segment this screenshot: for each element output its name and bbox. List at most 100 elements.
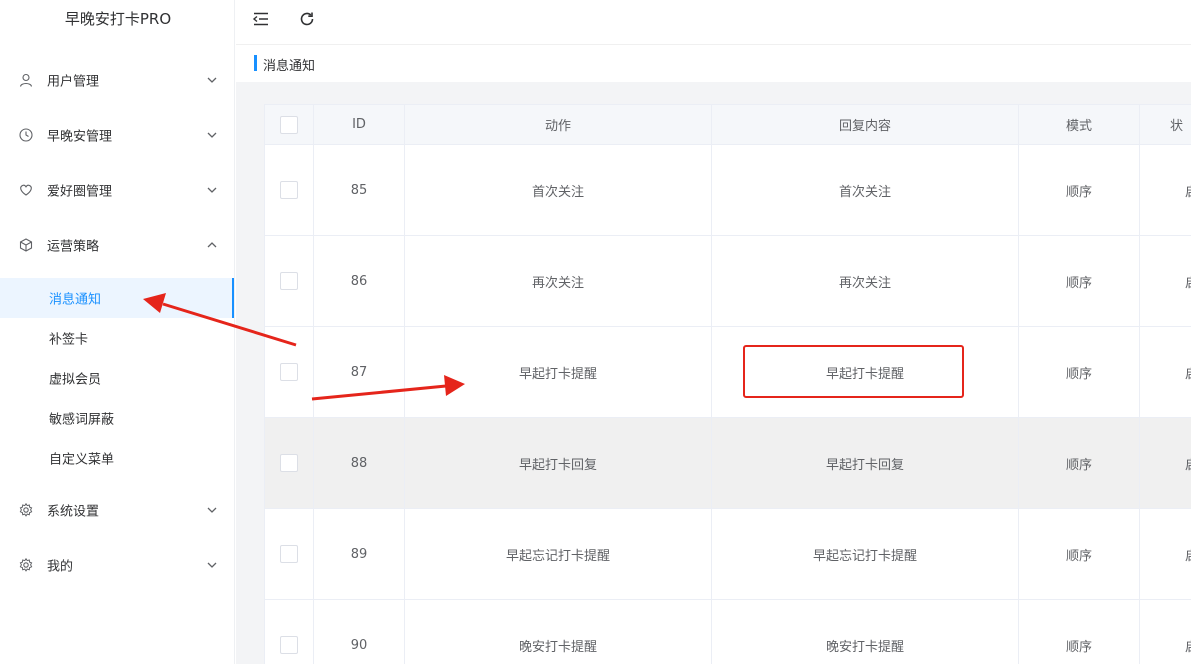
table-row[interactable]: 86 再次关注 再次关注 顺序 启 (264, 235, 1191, 327)
page-title: 消息通知 (263, 59, 316, 74)
header-select-all[interactable] (264, 104, 314, 145)
header-status: 状 (1139, 104, 1191, 145)
table-row[interactable]: 88 早起打卡回复 早起打卡回复 顺序 启 (264, 417, 1191, 509)
box-icon (19, 238, 33, 252)
submenu-label: 敏感词屏蔽 (49, 412, 115, 428)
gear-icon (19, 558, 33, 572)
title-accent-bar (254, 55, 257, 71)
header-mode: 模式 (1018, 104, 1140, 145)
menu-system-settings[interactable]: 系统设置 (0, 485, 234, 535)
cell-action: 早起打卡回复 (404, 417, 712, 509)
select-all-checkbox[interactable] (280, 115, 298, 134)
chevron-down-icon (207, 187, 217, 193)
table-row[interactable]: 90 晚安打卡提醒 晚安打卡提醒 顺序 启 (264, 599, 1191, 664)
cell-id: 89 (313, 508, 405, 600)
chevron-down-icon (207, 132, 217, 138)
cell-status: 启 (1139, 326, 1191, 418)
submenu-custom-menu[interactable]: 自定义菜单 (0, 438, 234, 478)
menu-morning-night-management[interactable]: 早晚安管理 (0, 110, 234, 160)
table-row[interactable]: 89 早起忘记打卡提醒 早起忘记打卡提醒 顺序 启 (264, 508, 1191, 600)
menu-operation-strategy[interactable]: 运营策略 (0, 220, 234, 270)
submenu-label: 补签卡 (49, 332, 89, 348)
cell-mode: 顺序 (1018, 417, 1140, 509)
cell-reply: 早起打卡提醒 (711, 326, 1019, 418)
row-checkbox[interactable] (280, 545, 298, 563)
page-title-bar: 消息通知 (236, 45, 1191, 81)
row-select[interactable] (264, 235, 314, 327)
menu-label: 运营策略 (47, 239, 100, 255)
menu-label: 爱好圈管理 (47, 184, 113, 200)
cell-reply: 首次关注 (711, 144, 1019, 236)
menu-mine[interactable]: 我的 (0, 540, 234, 590)
menu-label: 用户管理 (47, 74, 100, 90)
submenu-label: 虚拟会员 (49, 372, 102, 388)
chevron-up-icon (207, 242, 217, 248)
refresh-icon[interactable] (298, 10, 316, 28)
row-select[interactable] (264, 144, 314, 236)
submenu-makeup-card[interactable]: 补签卡 (0, 318, 234, 358)
cell-reply: 早起忘记打卡提醒 (711, 508, 1019, 600)
app-root: 早晚安打卡PRO 用户管理 早晚安管理 爱好圈管理 运营策略 消息通知 补签卡 … (0, 0, 1191, 664)
cell-mode: 顺序 (1018, 508, 1140, 600)
cell-id: 85 (313, 144, 405, 236)
row-select[interactable] (264, 417, 314, 509)
cell-id: 86 (313, 235, 405, 327)
cell-action: 早起忘记打卡提醒 (404, 508, 712, 600)
row-select[interactable] (264, 326, 314, 418)
submenu-label: 消息通知 (49, 292, 102, 308)
header-id: ID (313, 104, 405, 145)
menu-hobby-circle-management[interactable]: 爱好圈管理 (0, 165, 234, 215)
message-table: ID 动作 回复内容 模式 状 85 首次关注 首次关注 顺序 启 (264, 104, 1191, 664)
row-checkbox[interactable] (280, 363, 298, 381)
cell-reply: 早起打卡回复 (711, 417, 1019, 509)
cell-action: 早起打卡提醒 (404, 326, 712, 418)
top-bar (236, 0, 1191, 45)
row-checkbox[interactable] (280, 636, 298, 654)
content-area: ID 动作 回复内容 模式 状 85 首次关注 首次关注 顺序 启 (236, 82, 1191, 664)
submenu-message-notification[interactable]: 消息通知 (0, 278, 234, 318)
chevron-down-icon (207, 562, 217, 568)
cell-status: 启 (1139, 599, 1191, 664)
sidebar: 早晚安打卡PRO 用户管理 早晚安管理 爱好圈管理 运营策略 消息通知 补签卡 … (0, 0, 235, 664)
row-checkbox[interactable] (280, 272, 298, 290)
table-row[interactable]: 85 首次关注 首次关注 顺序 启 (264, 144, 1191, 236)
submenu-sensitive-word-filter[interactable]: 敏感词屏蔽 (0, 398, 234, 438)
clock-icon (19, 128, 33, 142)
row-select[interactable] (264, 599, 314, 664)
chevron-down-icon (207, 77, 217, 83)
cell-mode: 顺序 (1018, 144, 1140, 236)
row-select[interactable] (264, 508, 314, 600)
menu-label: 系统设置 (47, 504, 100, 520)
cell-status: 启 (1139, 235, 1191, 327)
cell-action: 晚安打卡提醒 (404, 599, 712, 664)
row-checkbox[interactable] (280, 181, 298, 199)
cell-mode: 顺序 (1018, 599, 1140, 664)
menu-label: 早晚安管理 (47, 129, 113, 145)
chevron-down-icon (207, 507, 217, 513)
data-table-card: ID 动作 回复内容 模式 状 85 首次关注 首次关注 顺序 启 (264, 104, 1191, 664)
menu-label: 我的 (47, 559, 74, 575)
menu-user-management[interactable]: 用户管理 (0, 55, 234, 105)
cell-action: 再次关注 (404, 235, 712, 327)
heart-icon (20, 184, 32, 196)
cell-id: 88 (313, 417, 405, 509)
submenu-label: 自定义菜单 (49, 452, 115, 468)
cell-reply: 再次关注 (711, 235, 1019, 327)
row-checkbox[interactable] (280, 454, 298, 472)
collapse-menu-icon[interactable] (252, 10, 270, 28)
header-action: 动作 (404, 104, 712, 145)
cell-status: 启 (1139, 144, 1191, 236)
cell-status: 启 (1139, 417, 1191, 509)
app-logo-title: 早晚安打卡PRO (64, 10, 172, 28)
cell-reply: 晚安打卡提醒 (711, 599, 1019, 664)
cell-action: 首次关注 (404, 144, 712, 236)
user-icon (19, 73, 33, 87)
submenu-virtual-member[interactable]: 虚拟会员 (0, 358, 234, 398)
table-row[interactable]: 87 早起打卡提醒 早起打卡提醒 顺序 启 (264, 326, 1191, 418)
cell-id: 87 (313, 326, 405, 418)
cell-mode: 顺序 (1018, 235, 1140, 327)
gear-icon (19, 503, 33, 517)
cell-id: 90 (313, 599, 405, 664)
cell-mode: 顺序 (1018, 326, 1140, 418)
header-reply: 回复内容 (711, 104, 1019, 145)
